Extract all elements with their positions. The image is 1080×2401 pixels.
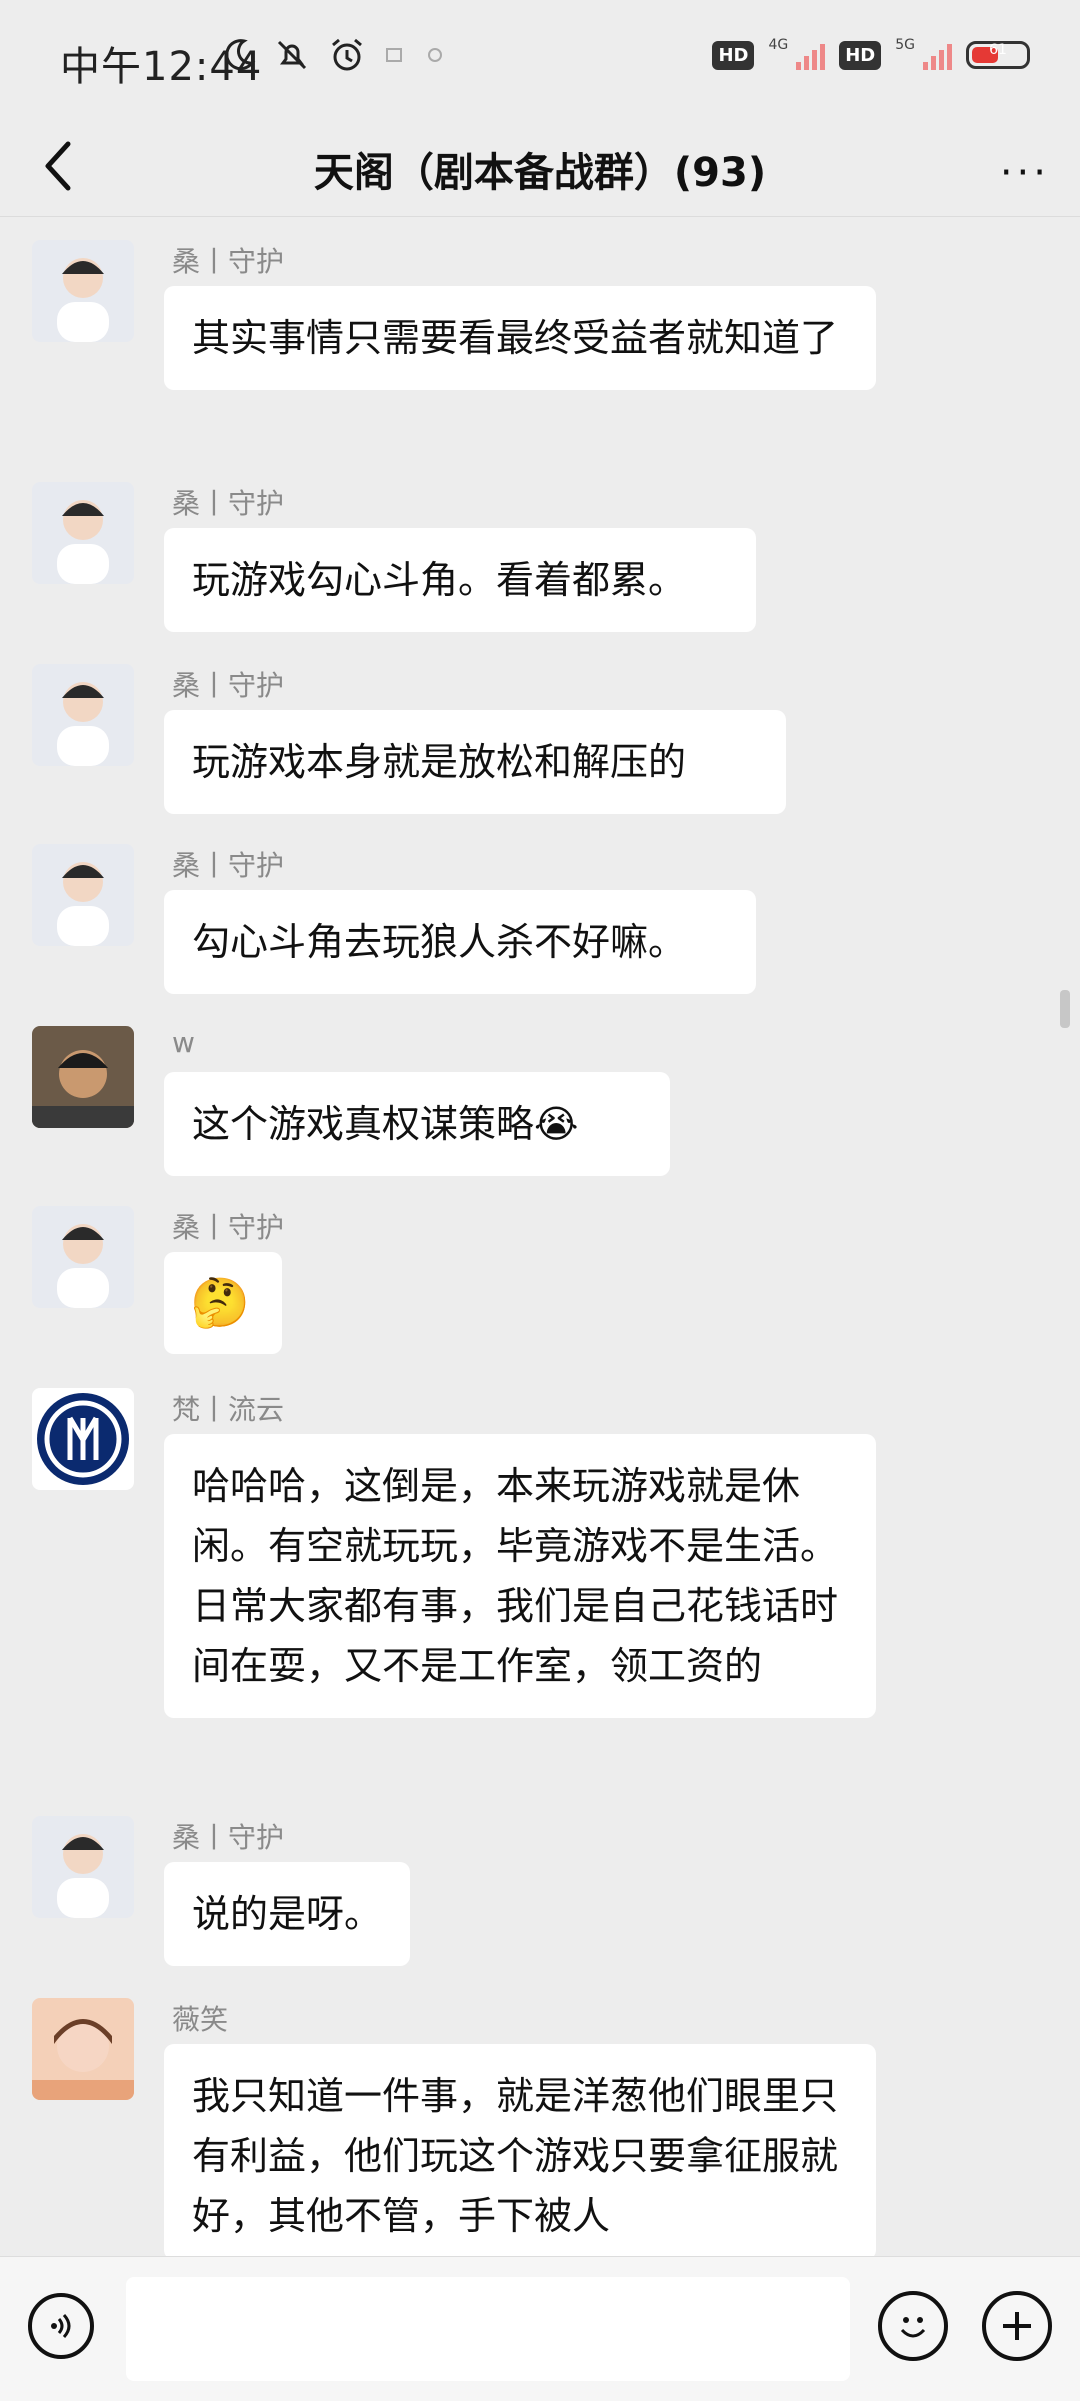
mute-bell-icon <box>277 40 307 70</box>
sender-name: 桑丨守护 <box>172 1211 285 1244</box>
avatar[interactable] <box>32 1998 134 2100</box>
message-bubble[interactable]: 玩游戏本身就是放松和解压的 <box>164 710 786 814</box>
voice-icon[interactable] <box>28 2293 94 2359</box>
avatar[interactable] <box>32 1388 134 1490</box>
input-bar <box>0 2256 1080 2401</box>
signal-icon <box>923 40 952 70</box>
scrollbar[interactable] <box>1060 990 1070 1028</box>
moon-icon <box>225 39 256 71</box>
message-bubble[interactable]: 其实事情只需要看最终受益者就知道了 <box>164 286 876 390</box>
alarm-icon <box>332 38 362 71</box>
sender-name: 桑丨守护 <box>172 245 285 278</box>
battery-icon: 61 <box>966 41 1030 69</box>
message-bubble[interactable]: 玩游戏勾心斗角。看着都累。 <box>164 528 756 632</box>
plus-icon[interactable] <box>982 2291 1052 2361</box>
message-bubble[interactable]: 这个游戏真权谋策略😭 <box>164 1072 670 1176</box>
sender-name: w <box>172 1026 195 1059</box>
chevron-left-icon[interactable] <box>30 136 90 196</box>
battery-level: 61 <box>989 42 1007 58</box>
avatar[interactable] <box>32 844 134 946</box>
network-type: 5G <box>895 37 915 53</box>
message-input[interactable] <box>126 2277 850 2381</box>
status-right-icons: HD 4G HD 5G 61 <box>712 37 1030 70</box>
more-options-icon[interactable]: ··· <box>1000 150 1050 196</box>
message-bubble[interactable]: 哈哈哈，这倒是，本来玩游戏就是休闲。有空就玩玩，毕竟游戏不是生活。日常大家都有事… <box>164 1434 876 1718</box>
avatar[interactable] <box>32 1206 134 1308</box>
signal-icon <box>796 40 826 70</box>
chat-header: 天阁（剧本备战群）(93) ··· <box>0 120 1080 216</box>
avatar[interactable] <box>32 1026 134 1128</box>
avatar[interactable] <box>32 1816 134 1918</box>
sender-name: 桑丨守护 <box>172 669 285 702</box>
message-bubble[interactable]: 我只知道一件事，就是洋葱他们眼里只有利益，他们玩这个游戏只要拿征服就好，其他不管… <box>164 2044 876 2260</box>
message-bubble[interactable]: 勾心斗角去玩狼人杀不好嘛。 <box>164 890 756 994</box>
message-bubble[interactable]: 🤔 <box>164 1252 282 1354</box>
sender-name: 梵丨流云 <box>172 1393 285 1426</box>
sender-name: 桑丨守护 <box>172 1821 285 1854</box>
hd-badge: HD <box>712 40 755 70</box>
network-type: 4G <box>768 37 789 53</box>
hd-badge: HD <box>839 40 882 70</box>
avatar[interactable] <box>32 664 134 766</box>
header-divider <box>0 216 1080 217</box>
status-left-icons <box>220 36 446 74</box>
avatar[interactable] <box>32 482 134 584</box>
sender-name: 薇笑 <box>172 2003 229 2036</box>
notification-icon <box>386 48 402 62</box>
sender-name: 桑丨守护 <box>172 487 285 520</box>
status-bar: 中午12:44 HD 4G HD 5G 61 <box>0 0 1080 120</box>
avatar[interactable] <box>32 240 134 342</box>
sender-name: 桑丨守护 <box>172 849 285 882</box>
notification-icon <box>428 48 442 62</box>
smile-icon[interactable] <box>878 2291 948 2361</box>
message-bubble[interactable]: 说的是呀。 <box>164 1862 410 1966</box>
page-title: 天阁（剧本备战群）(93) <box>313 150 767 196</box>
